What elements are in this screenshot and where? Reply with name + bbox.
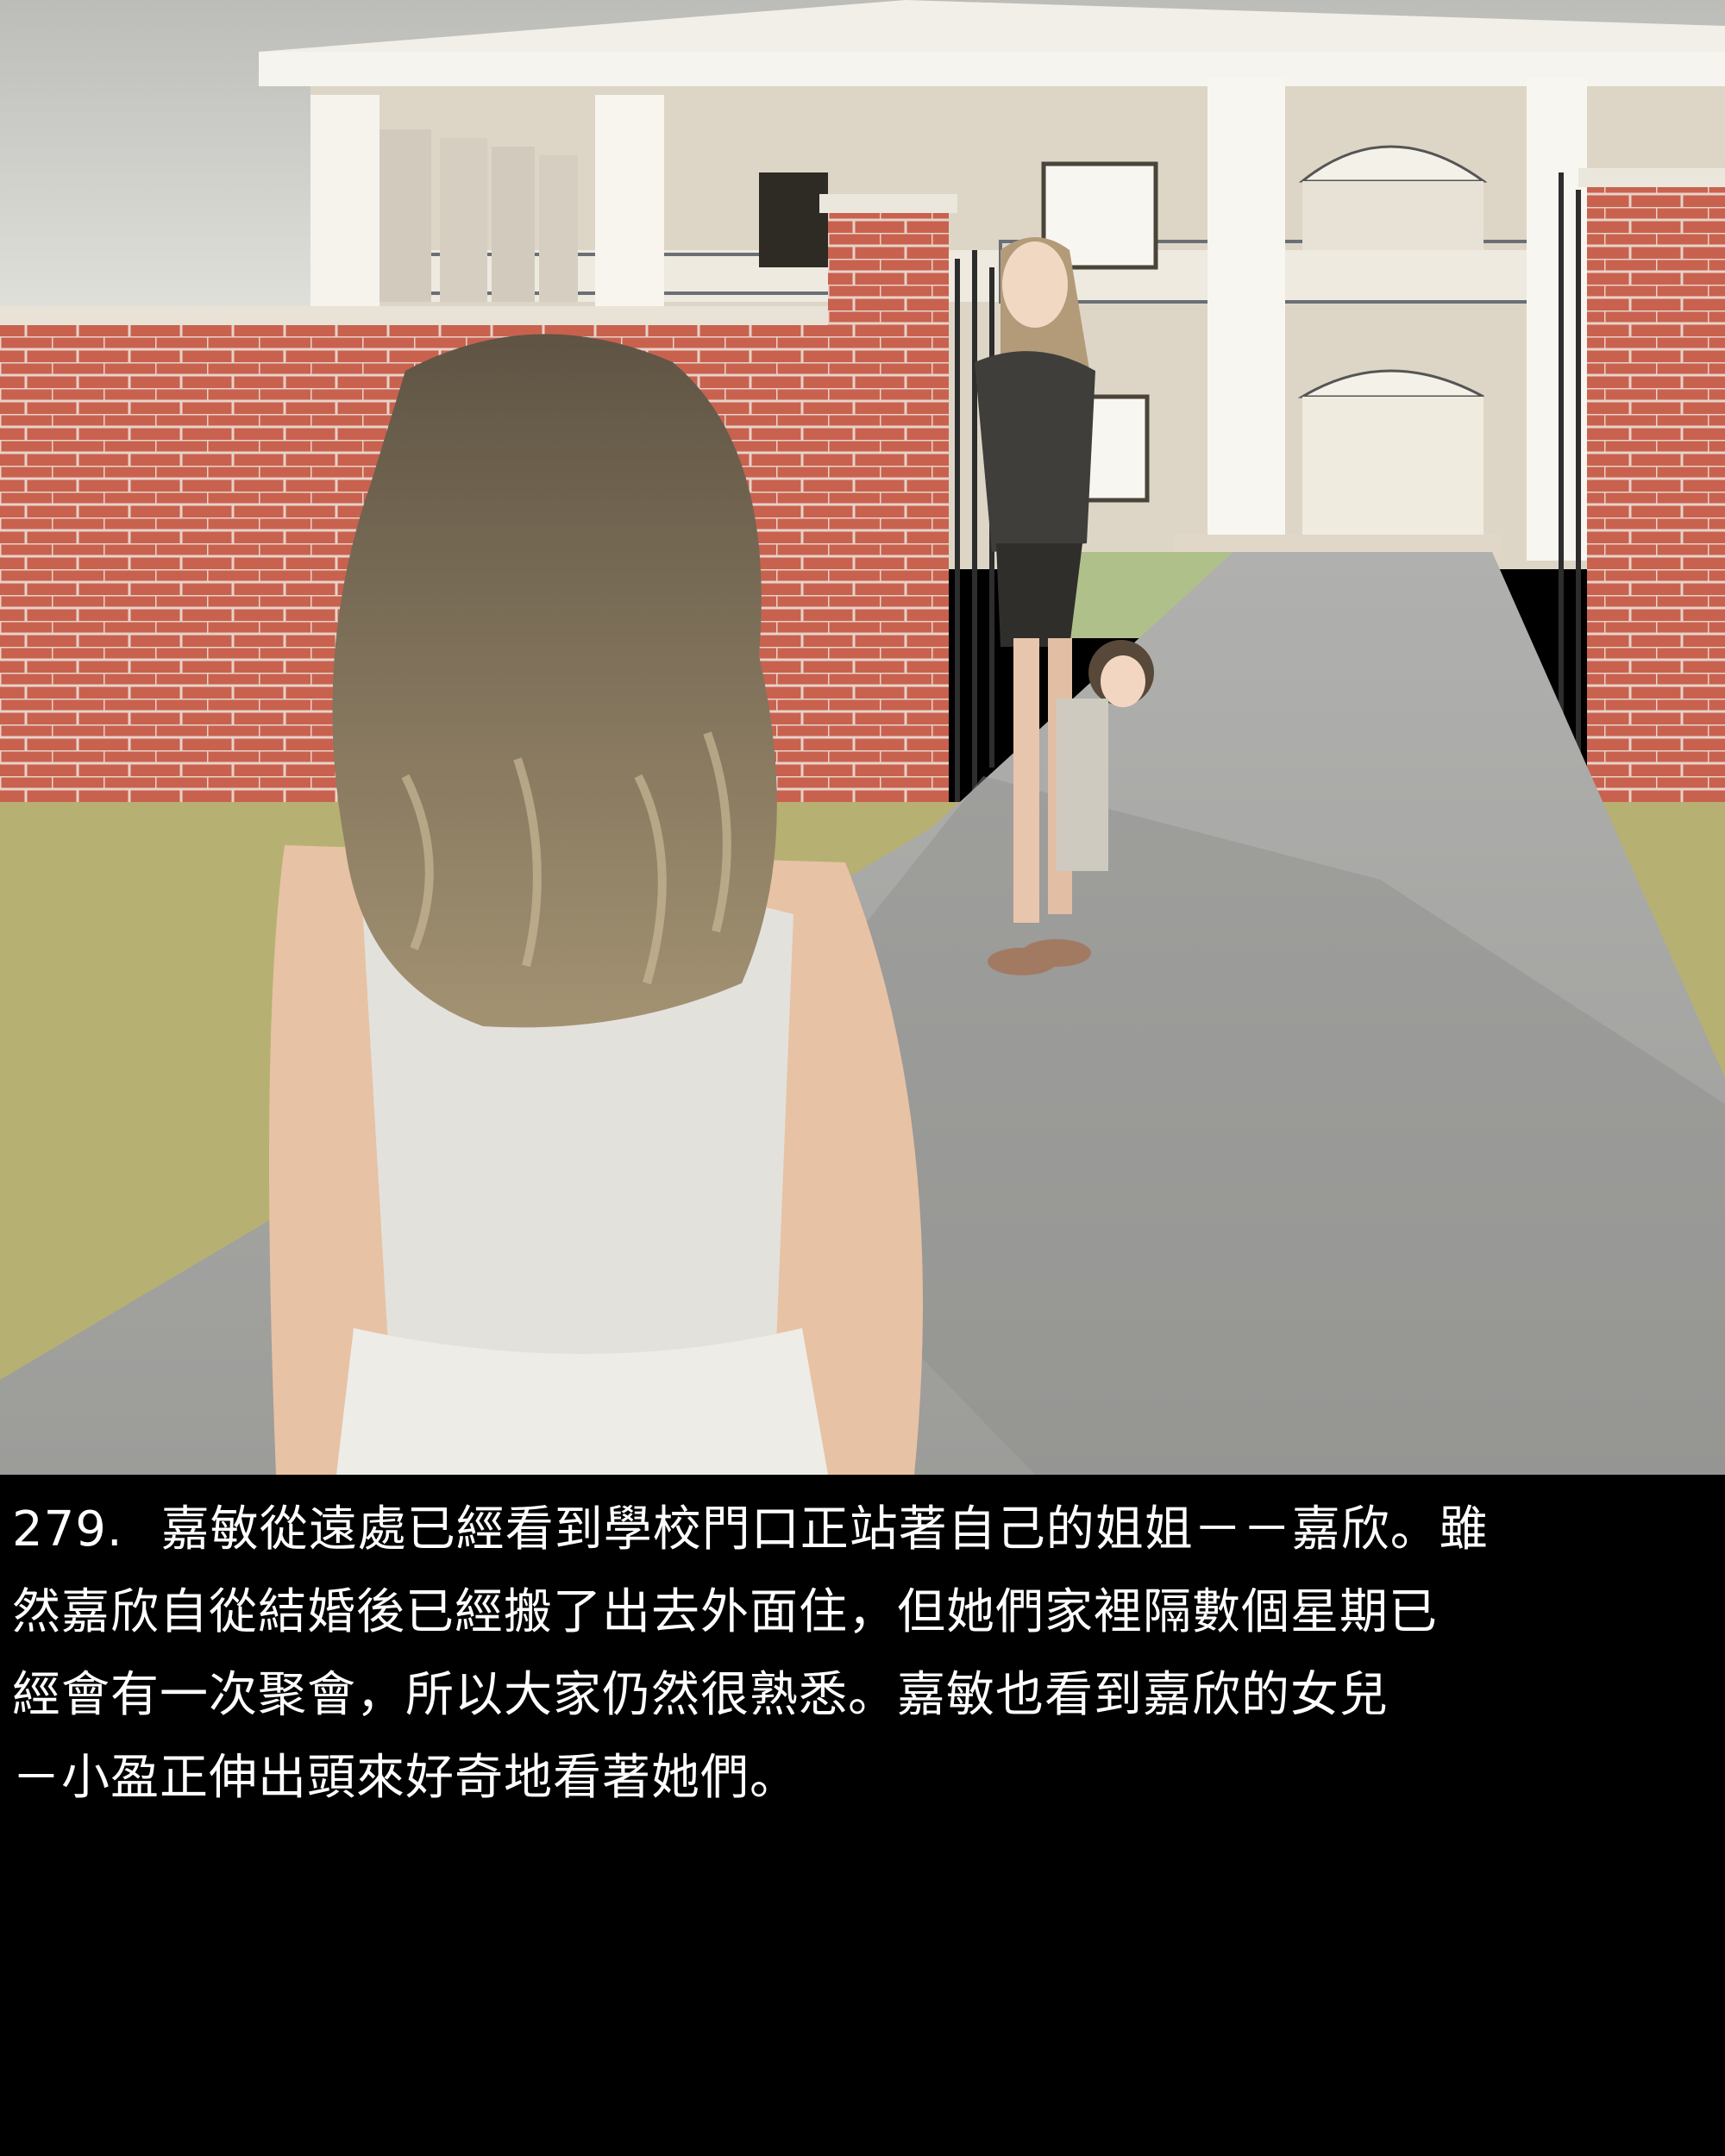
caption-line-4: －小盈正伸出頭來好奇地看著她們。 [12, 1750, 799, 1806]
caption-text-1: 嘉敏從遠處已經看到學校門口正站著自己的姐姐－－嘉欣。雖 [160, 1501, 1489, 1557]
illustration-image [0, 0, 1725, 1475]
caption-line-3: 經會有一次聚會，所以大家仍然很熟悉。嘉敏也看到嘉欣的女兒 [12, 1667, 1389, 1723]
comic-page: 279. 嘉敏從遠處已經看到學校門口正站著自己的姐姐－－嘉欣。雖 然嘉欣自從結婚後… [0, 0, 1725, 2156]
caption-line-2: 然嘉欣自從結婚後已經搬了出去外面住，但她們家裡隔數個星期已 [12, 1584, 1438, 1640]
caption-box: 279. 嘉敏從遠處已經看到學校門口正站著自己的姐姐－－嘉欣。雖 然嘉欣自從結婚後… [0, 1475, 1725, 2156]
caption-line-1: 279. 嘉敏從遠處已經看到學校門口正站著自己的姐姐－－嘉欣。雖 [12, 1489, 1709, 1571]
illustration-panel [0, 0, 1725, 1475]
panel-number: 279. [12, 1501, 123, 1557]
